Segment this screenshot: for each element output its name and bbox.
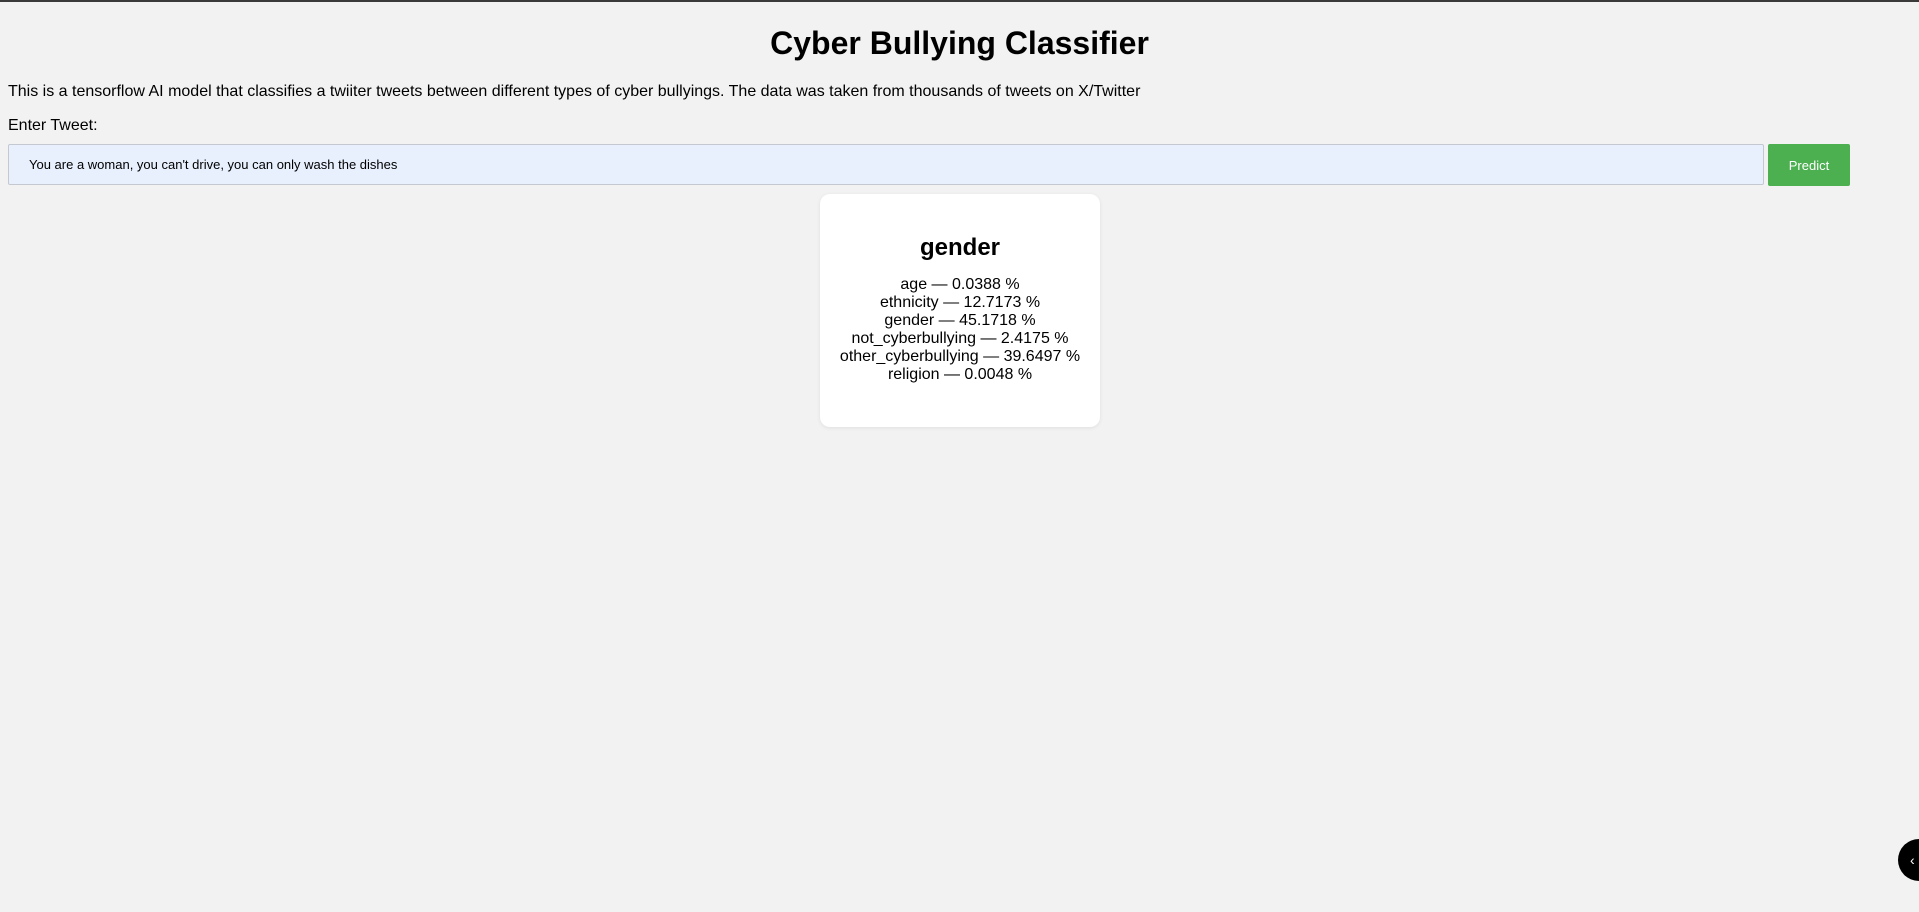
probability-item-ethnicity: ethnicity — 12.7173 % [879,294,1041,311]
tweet-label: Enter Tweet: [8,117,98,134]
tweet-input[interactable] [8,144,1764,185]
probability-item-other-cyberbullying: other_cyberbullying — 39.6497 % [839,348,1081,365]
page-title: Cyber Bullying Classifier [770,25,1149,61]
probability-item-not-cyberbullying: not_cyberbullying — 2.4175 % [851,330,1069,347]
predicted-label: gender [919,234,1000,261]
predict-button[interactable]: Predict [1768,144,1850,186]
page-description: This is a tensorflow AI model that class… [8,83,1141,100]
chevron-left-icon: ‹ [1910,852,1915,868]
probability-list: age — 0.0388 % ethnicity — 12.7173 % gen… [820,276,1100,384]
probability-item-gender: gender — 45.1718 % [884,312,1036,329]
result-card: gender age — 0.0388 % ethnicity — 12.717… [820,194,1100,427]
probability-item-age: age — 0.0388 % [900,276,1020,293]
chat-toggle-button[interactable]: ‹ [1898,839,1919,881]
probability-item-religion: religion — 0.0048 % [887,366,1033,383]
